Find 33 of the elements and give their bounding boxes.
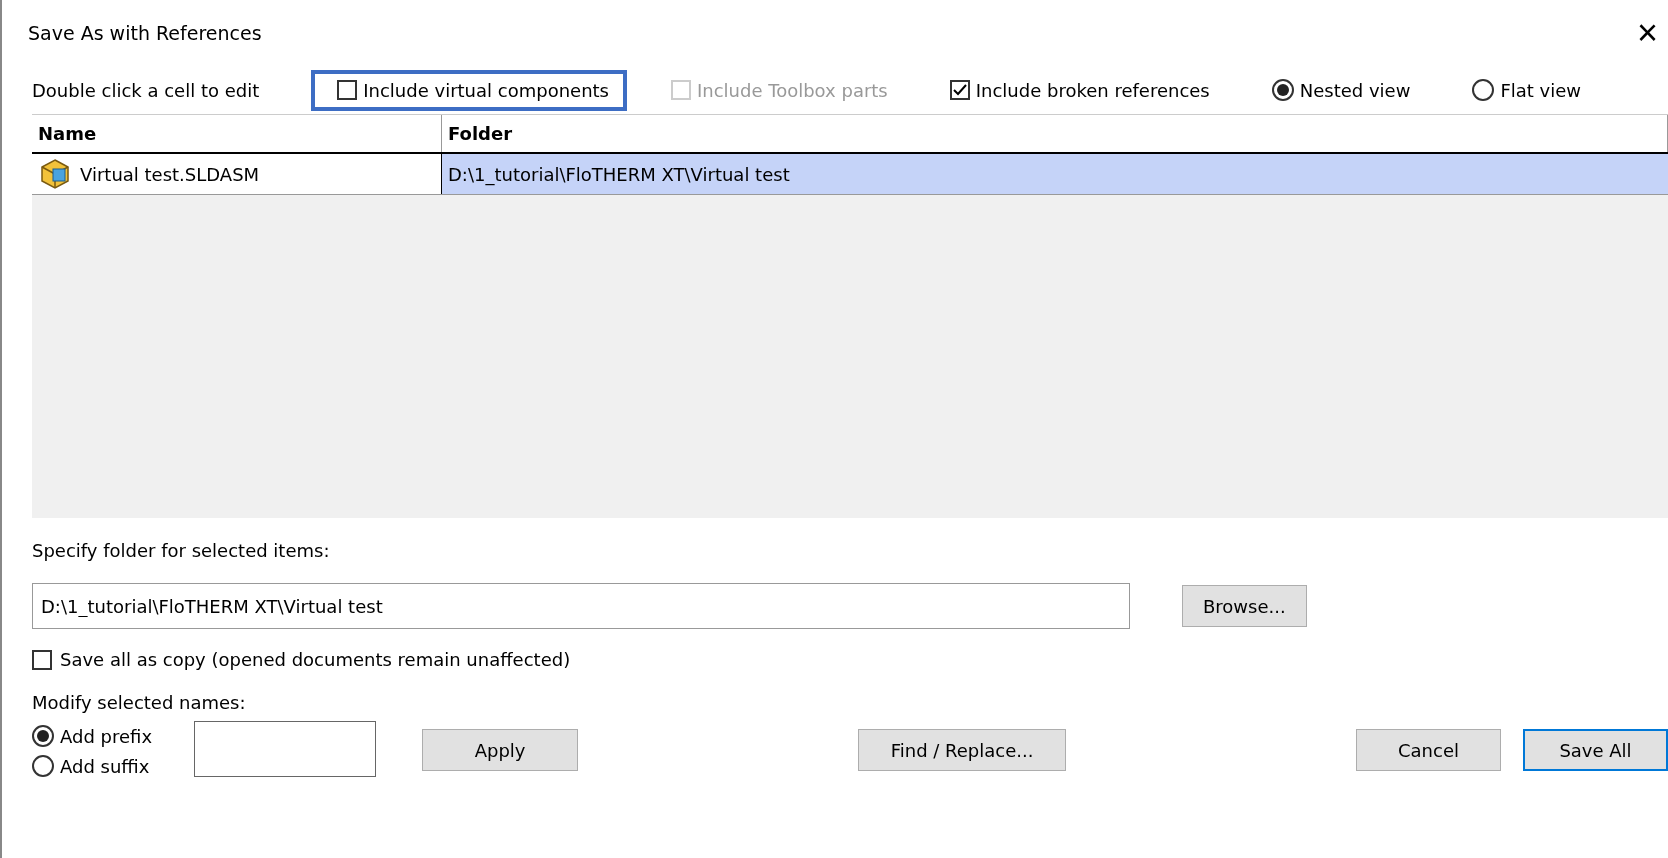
browse-button[interactable]: Browse... [1182, 585, 1307, 627]
radio-button[interactable] [32, 755, 54, 777]
file-name: Virtual test.SLDASM [80, 163, 260, 185]
option-label: Include broken references [975, 79, 1210, 101]
option-label: Include virtual components [363, 79, 609, 101]
assembly-icon [38, 157, 72, 191]
radio-button[interactable] [1271, 79, 1294, 101]
modify-label: Modify selected names: [32, 692, 247, 713]
find-replace-button[interactable]: Find / Replace... [858, 729, 1067, 771]
option-label: Nested view [1299, 79, 1411, 101]
column-header[interactable]: Name [32, 115, 442, 152]
window-title: Save As with References [28, 22, 262, 44]
radio-label: Add prefix [60, 725, 153, 747]
option-label: Flat view [1500, 79, 1582, 101]
radio-label: Add suffix [60, 755, 150, 777]
save-all-button[interactable]: Save All [1523, 729, 1668, 771]
folder-label: Specify folder for selected items: [32, 540, 331, 561]
checkbox-label: Save all as copy (opened documents remain unaffected) [60, 649, 571, 670]
radio-button[interactable] [1472, 79, 1495, 101]
column-header[interactable]: Folder [442, 115, 1668, 152]
edit-hint: Double click a cell to edit [32, 79, 260, 101]
folder-field[interactable]: D:\1_tutorial\FloTHERM XT\Virtual test [32, 583, 1130, 629]
name-field[interactable] [194, 721, 377, 777]
table-cell[interactable]: D:\1_tutorial\FloTHERM XT\Virtual test [442, 154, 1668, 194]
radio-button[interactable] [32, 725, 54, 747]
option-label: Include Toolbox parts [697, 79, 888, 101]
cancel-button[interactable]: Cancel [1356, 729, 1501, 771]
table-cell[interactable]: Virtual test.SLDASM [32, 154, 442, 194]
checkbox[interactable] [32, 649, 52, 670]
checkbox[interactable] [949, 80, 970, 100]
close-button[interactable]: × [1630, 12, 1664, 54]
checkbox[interactable] [337, 80, 358, 100]
apply-button[interactable]: Apply [422, 729, 579, 771]
